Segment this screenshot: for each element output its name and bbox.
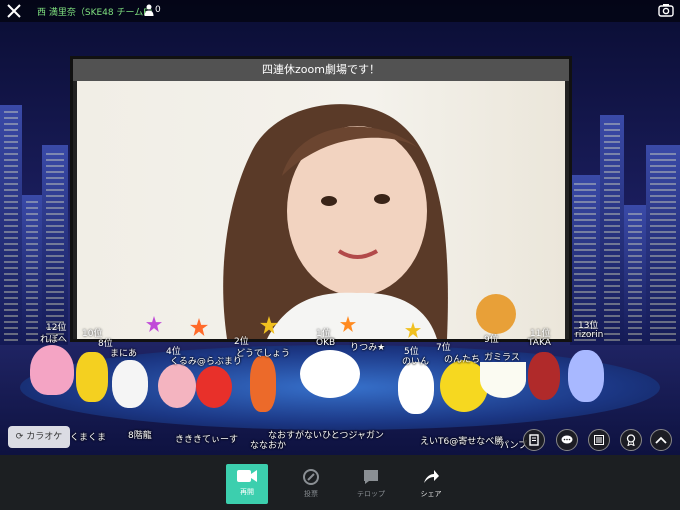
comment: TAKA: [528, 338, 551, 348]
camera-icon[interactable]: [658, 3, 674, 17]
room-title: 西 満里奈（SKE48 チームE）: [37, 8, 158, 18]
avatar-fairy: [568, 350, 604, 402]
comment: のんたち: [444, 355, 481, 365]
avatar-apple: [196, 366, 232, 408]
building-left-1: [0, 105, 22, 345]
rank-label: 9位: [484, 335, 499, 345]
avatar-bird: [76, 352, 108, 402]
stage-background: 四連休zoom劇場です！ 12位 10位 8位 4位 2位 1位 5位 7位 9…: [0, 0, 680, 455]
building-right-2: [600, 115, 624, 345]
award-icon: [626, 434, 636, 447]
comment: きききてぃーす: [175, 435, 239, 445]
karaoke-label: カラオケ: [26, 432, 63, 442]
comment: くるみ@らぶまり: [170, 357, 242, 367]
tab-label: 投票: [304, 490, 318, 498]
avatar-bowl: [480, 362, 526, 398]
top-bar: 西 満里奈（SKE48 チームE） 0: [0, 0, 680, 22]
star-icon: [146, 316, 162, 332]
badge-button[interactable]: [620, 429, 642, 451]
building-left-2: [22, 195, 42, 345]
person-icon: [144, 4, 154, 16]
close-button[interactable]: [5, 2, 23, 20]
close-icon: [7, 4, 21, 18]
repeat-icon: ⟳: [15, 432, 27, 442]
tab-label: シェア: [420, 490, 442, 498]
tab-vote[interactable]: 投票: [290, 464, 332, 504]
comment: くまくま: [70, 433, 107, 443]
document-icon: [529, 434, 539, 446]
video-title: 四連休zoom劇場です！: [73, 59, 569, 81]
building-right-3: [624, 205, 646, 345]
comment: どうでしょう: [236, 349, 291, 359]
tab-telop[interactable]: テロップ: [350, 464, 392, 504]
avatar-ghost: [300, 350, 360, 398]
avatar-bear: [476, 294, 516, 334]
comment: ガミラス: [484, 353, 520, 363]
speech-box-icon: [364, 470, 378, 484]
bottom-toolbar: 再開 投票 テロップ シェア: [0, 455, 680, 510]
star-icon: [190, 318, 208, 336]
log-button[interactable]: [523, 429, 545, 451]
comment: OKB: [316, 338, 336, 348]
share-arrow-icon: [424, 470, 439, 483]
avatar-boy: [528, 352, 560, 400]
vote-icon: [303, 469, 319, 485]
star-icon: [340, 316, 356, 332]
comment: えいT6@寄せなべ勝: [420, 437, 504, 447]
avatar-pig: [158, 364, 196, 408]
comment: rizorin: [575, 330, 604, 340]
avatar-carrot: [250, 356, 276, 412]
avatar-rabbit-white: [398, 362, 434, 414]
building-left-3: [42, 145, 68, 345]
building-right-4: [646, 145, 680, 345]
tab-resume[interactable]: 再開: [226, 464, 268, 504]
viewer-count: 0: [155, 5, 161, 15]
tab-label: テロップ: [357, 490, 385, 498]
avatar-girl: [112, 360, 148, 408]
comment: 8階龍: [128, 431, 152, 441]
comment-button[interactable]: [556, 429, 578, 451]
video-camera-icon: [237, 470, 257, 482]
comment: なおすがないひとつジャガン: [268, 431, 384, 441]
karaoke-button[interactable]: ⟳ カラオケ: [8, 426, 70, 448]
avatar-bunny: [30, 345, 74, 395]
tab-label: 再開: [240, 488, 254, 496]
comment: りつみ★: [350, 343, 386, 353]
chat-bubble-icon: [561, 435, 573, 444]
tab-share[interactable]: シェア: [410, 464, 452, 504]
list-icon: [594, 435, 604, 445]
chevron-up-icon: [655, 436, 667, 444]
expand-button[interactable]: [650, 429, 672, 451]
list-button[interactable]: [588, 429, 610, 451]
comment: まにあ: [110, 349, 138, 359]
star-icon: [405, 322, 421, 338]
comment: れぽへ: [40, 335, 68, 345]
comment: のいん: [402, 357, 430, 367]
star-icon: [260, 316, 278, 334]
